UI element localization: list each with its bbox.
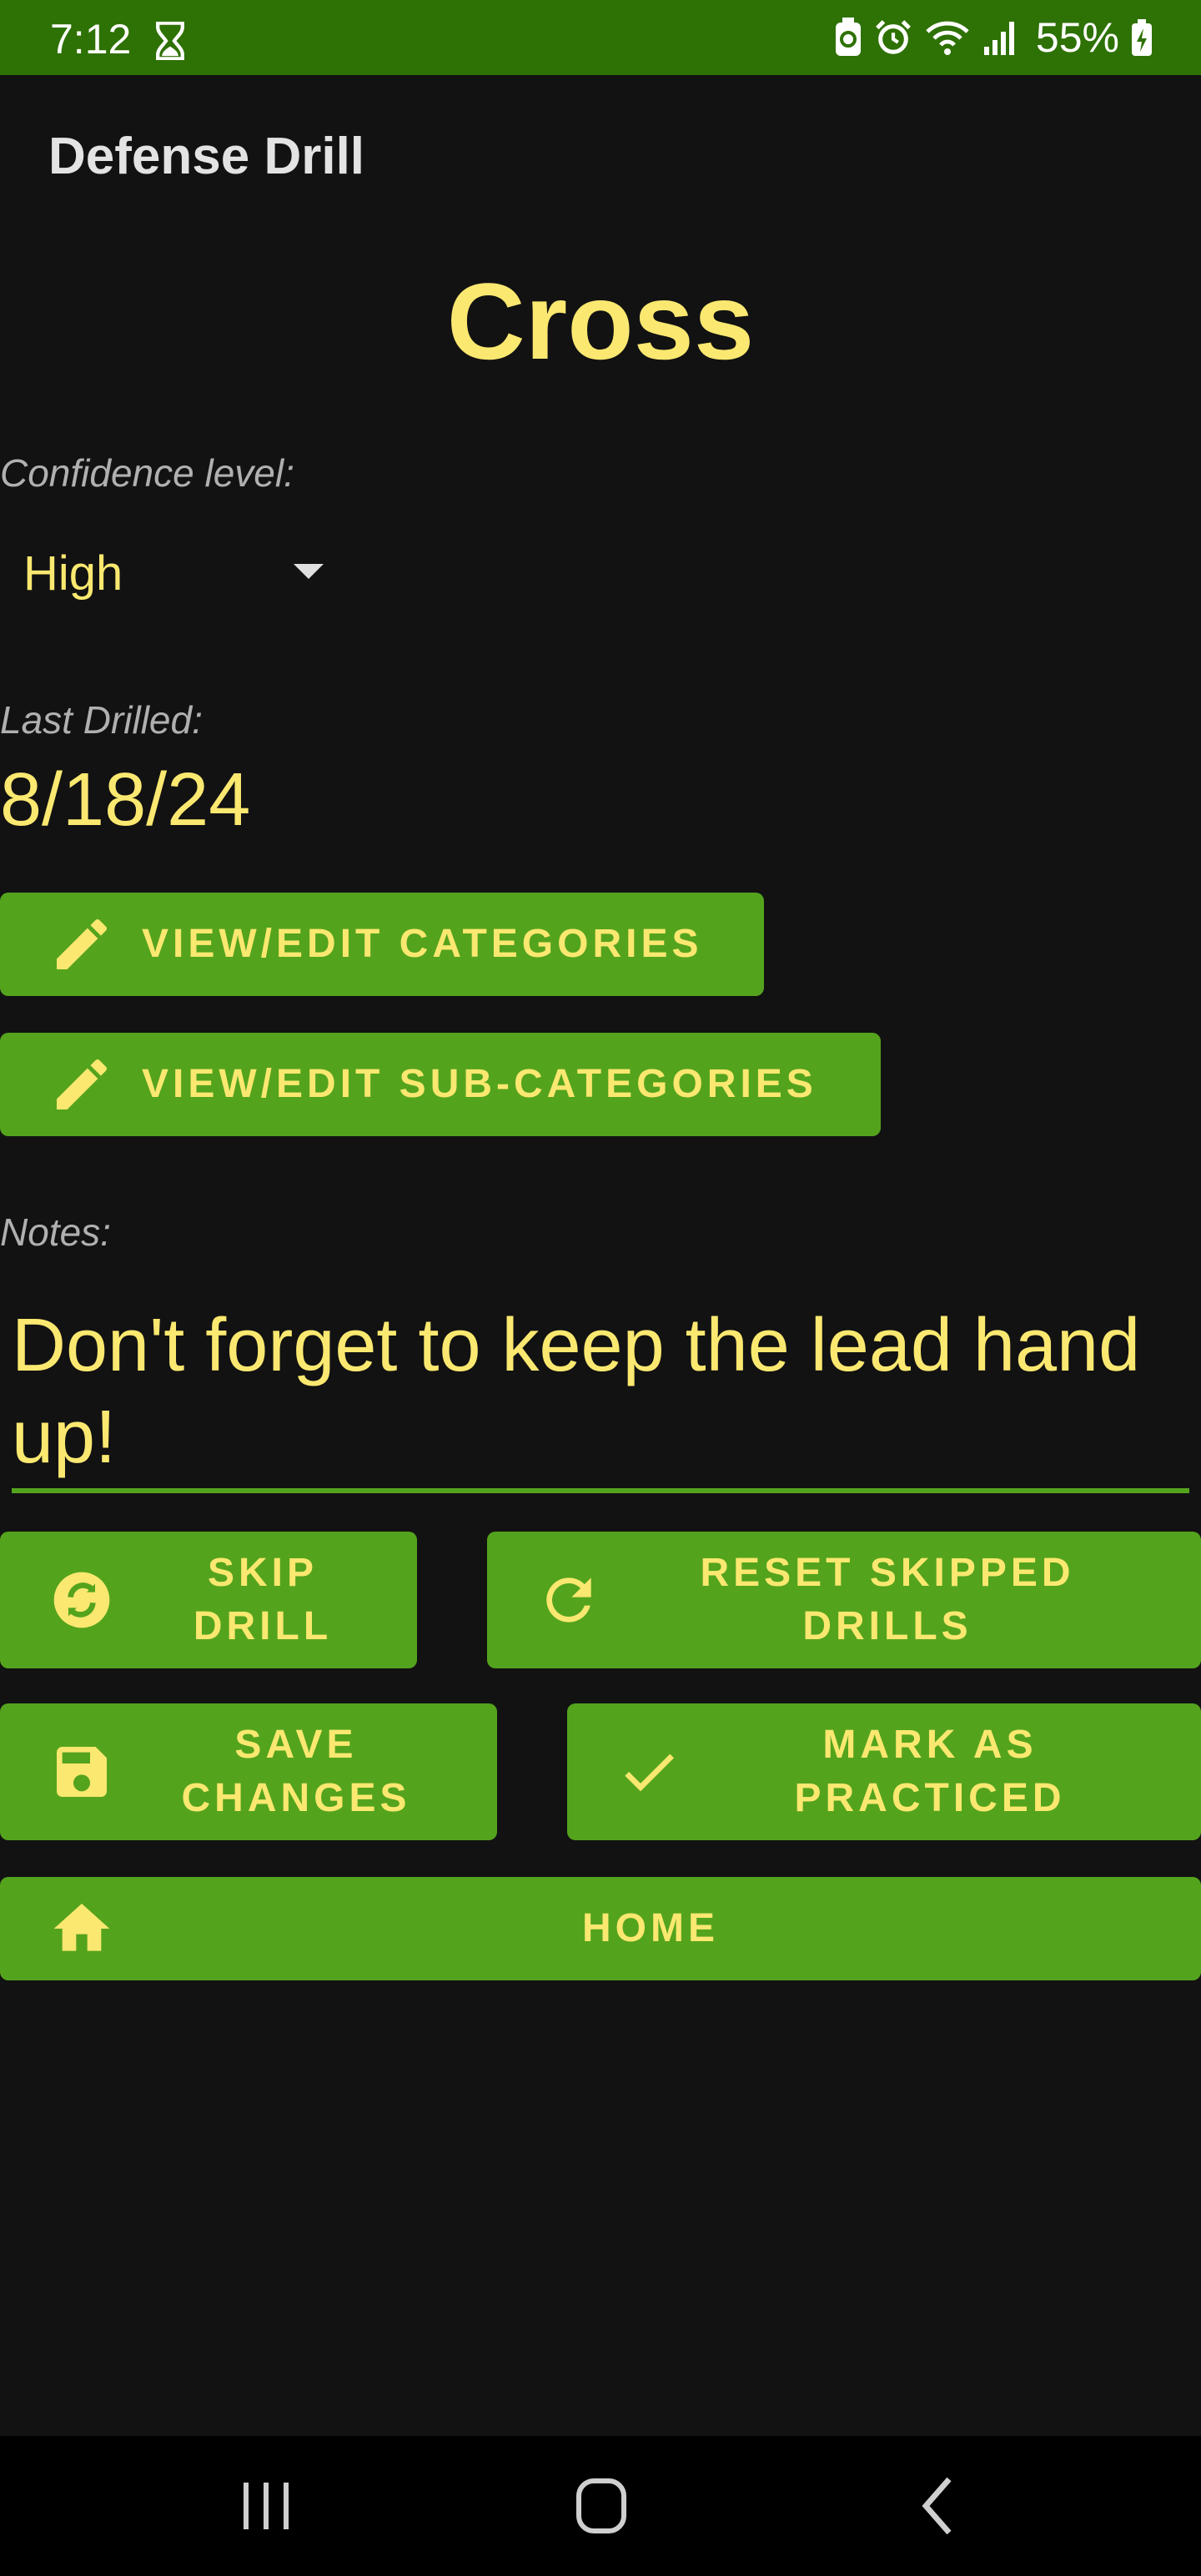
save-icon xyxy=(48,1738,115,1805)
pencil-icon xyxy=(48,911,115,978)
status-icons: 55% xyxy=(834,13,1153,62)
reset-skipped-line2: DRILLS xyxy=(802,1604,972,1648)
edit-categories-label: VIEW/EDIT CATEGORIES xyxy=(142,922,703,966)
skip-drill-line1: SKIP xyxy=(207,1551,319,1595)
reset-skipped-button[interactable]: RESET SKIPPED DRILLS xyxy=(487,1532,1201,1668)
save-changes-line2: CHANGES xyxy=(181,1776,411,1820)
check-icon xyxy=(616,1738,682,1805)
last-drilled-date: 8/18/24 xyxy=(0,758,251,842)
home-button[interactable]: HOME xyxy=(0,1877,1201,1980)
notes-underline xyxy=(12,1488,1189,1493)
notes-label: Notes: xyxy=(0,1210,111,1254)
battery-charging-icon xyxy=(1132,19,1152,56)
refresh-icon xyxy=(535,1567,602,1633)
signal-icon xyxy=(983,22,1014,55)
battery-percent: 55% xyxy=(1035,14,1119,61)
skip-drill-button[interactable]: SKIP DRILL xyxy=(0,1532,417,1668)
home-nav-icon[interactable] xyxy=(564,2473,639,2539)
confidence-label: Confidence level: xyxy=(0,451,294,495)
mark-practiced-line1: MARK AS xyxy=(822,1723,1038,1767)
system-nav-bar xyxy=(0,2436,1201,2576)
save-changes-button[interactable]: SAVE CHANGES xyxy=(0,1703,497,1840)
mark-practiced-label: MARK AS PRACTICED xyxy=(676,1718,1184,1825)
edit-subcategories-button[interactable]: VIEW/EDIT SUB-CATEGORIES xyxy=(0,1033,881,1136)
status-time: 7:12 xyxy=(50,16,132,63)
reset-skipped-label: RESET SKIPPED DRILLS xyxy=(595,1547,1179,1653)
hourglass-icon xyxy=(156,22,184,60)
save-changes-label: SAVE CHANGES xyxy=(108,1718,484,1825)
alarm-icon xyxy=(875,20,911,54)
confidence-dropdown[interactable]: High xyxy=(23,542,332,602)
back-icon[interactable] xyxy=(902,2473,977,2539)
recents-icon[interactable] xyxy=(229,2473,304,2539)
battery-saver-icon xyxy=(835,18,861,56)
confidence-value: High xyxy=(23,546,123,601)
app-title: Defense Drill xyxy=(48,128,365,185)
skip-drill-line2: DRILL xyxy=(193,1604,333,1648)
wifi-icon xyxy=(926,21,969,55)
skip-drill-label: SKIP DRILL xyxy=(108,1547,417,1653)
last-drilled-label: Last Drilled: xyxy=(0,698,203,742)
edit-subcategories-label: VIEW/EDIT SUB-CATEGORIES xyxy=(142,1062,817,1106)
status-bar: 7:12 55% xyxy=(0,0,1201,75)
edit-categories-button[interactable]: VIEW/EDIT CATEGORIES xyxy=(0,893,764,996)
mark-practiced-line2: PRACTICED xyxy=(794,1776,1066,1820)
dropdown-arrow-icon xyxy=(294,564,324,579)
drill-title: Cross xyxy=(446,260,755,382)
reset-skipped-line1: RESET SKIPPED xyxy=(700,1551,1075,1595)
notes-input[interactable]: Don't forget to keep the lead hand up! xyxy=(12,1300,1188,1483)
home-label: HOME xyxy=(582,1906,719,1950)
skip-cycle-icon xyxy=(48,1567,115,1633)
save-changes-line1: SAVE xyxy=(234,1723,358,1767)
mark-practiced-button[interactable]: MARK AS PRACTICED xyxy=(567,1703,1201,1840)
pencil-icon xyxy=(48,1051,115,1118)
